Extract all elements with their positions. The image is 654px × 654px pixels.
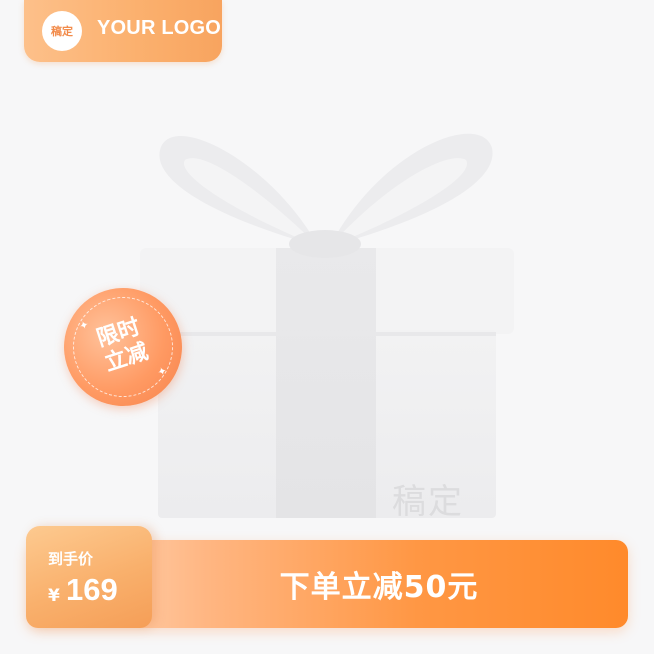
currency-symbol: ¥	[48, 586, 60, 606]
logo-mark: 稿定	[42, 11, 82, 51]
gift-watermark: 稿定	[392, 482, 464, 522]
promo-text: 下单立减50元	[279, 570, 479, 605]
price-value: 169	[66, 572, 118, 607]
logo-text: YOUR LOGO	[97, 17, 222, 39]
price-label: 到手价	[48, 550, 94, 568]
logo-badge[interactable]: 稿定 YOUR LOGO	[24, 0, 222, 62]
